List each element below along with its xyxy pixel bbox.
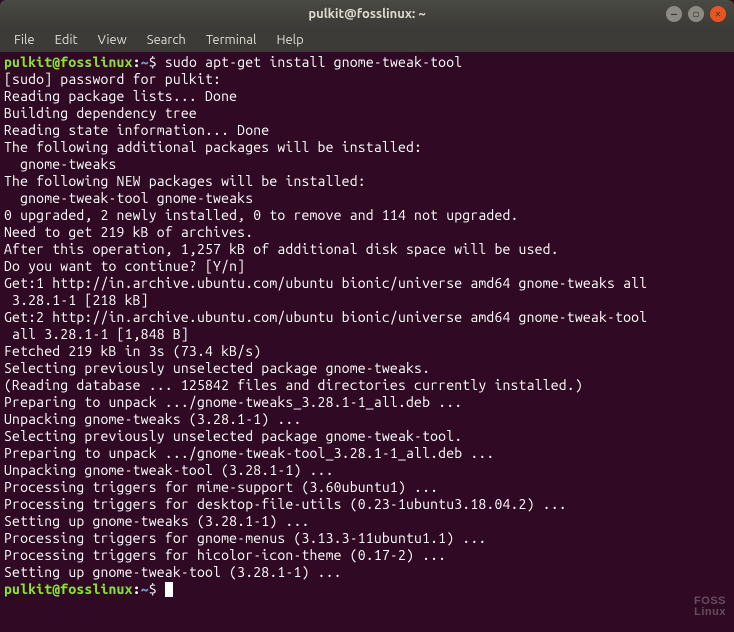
watermark: FOSS Linux [694,596,726,618]
menu-file[interactable]: File [6,31,43,49]
output-line: Processing triggers for gnome-menus (3.1… [4,530,730,547]
output-line: Unpacking gnome-tweak-tool (3.28.1-1) ..… [4,462,730,479]
menu-view[interactable]: View [90,31,135,49]
prompt-colon: : [133,581,141,597]
output-line: The following NEW packages will be insta… [4,173,730,190]
prompt-path: ~ [141,581,149,597]
close-button[interactable]: ✕ [710,6,726,22]
output-line: Processing triggers for desktop-file-uti… [4,496,730,513]
titlebar: pulkit@fosslinux: ~ ‒ ◻ ✕ [0,0,734,28]
output-line: Need to get 219 kB of archives. [4,224,730,241]
output-line: gnome-tweak-tool gnome-tweaks [4,190,730,207]
prompt-colon: : [133,54,141,70]
output-line: Selecting previously unselected package … [4,428,730,445]
output-line: 0 upgraded, 2 newly installed, 0 to remo… [4,207,730,224]
output-line: Do you want to continue? [Y/n] [4,258,730,275]
output-line: Fetched 219 kB in 3s (73.4 kB/s) [4,343,730,360]
maximize-button[interactable]: ◻ [688,6,704,22]
output-line: Reading package lists... Done [4,88,730,105]
cursor [165,582,173,597]
prompt-path: ~ [141,54,149,70]
output-line: Setting up gnome-tweaks (3.28.1-1) ... [4,513,730,530]
window-controls: ‒ ◻ ✕ [666,6,726,22]
prompt-dollar: $ [149,54,165,70]
output-line: After this operation, 1,257 kB of additi… [4,241,730,258]
output-line: Reading state information... Done [4,122,730,139]
watermark-line2: Linux [694,607,726,618]
output-line: gnome-tweaks [4,156,730,173]
prompt-dollar: $ [149,581,165,597]
prompt-user-host: pulkit@fosslinux [4,54,133,70]
output-line: Preparing to unpack .../gnome-tweak-tool… [4,445,730,462]
output-line: Processing triggers for mime-support (3.… [4,479,730,496]
command-text: sudo apt-get install gnome-tweak-tool [165,54,462,70]
terminal-output[interactable]: pulkit@fosslinux:~$ sudo apt-get install… [0,52,734,632]
menu-terminal[interactable]: Terminal [198,31,265,49]
output-line: Processing triggers for hicolor-icon-the… [4,547,730,564]
menubar: File Edit View Search Terminal Help [0,28,734,52]
output-line: Unpacking gnome-tweaks (3.28.1-1) ... [4,411,730,428]
output-line: Building dependency tree [4,105,730,122]
output-line: 3.28.1-1 [218 kB] [4,292,730,309]
output-line: The following additional packages will b… [4,139,730,156]
menu-search[interactable]: Search [139,31,194,49]
minimize-button[interactable]: ‒ [666,6,682,22]
output-line: Selecting previously unselected package … [4,360,730,377]
menu-help[interactable]: Help [268,31,311,49]
output-line: Setting up gnome-tweak-tool (3.28.1-1) .… [4,564,730,581]
output-line: (Reading database ... 125842 files and d… [4,377,730,394]
window-title: pulkit@fosslinux: ~ [8,7,726,21]
output-line: Get:2 http://in.archive.ubuntu.com/ubunt… [4,309,730,326]
prompt-line: pulkit@fosslinux:~$ [4,581,730,598]
prompt-user-host: pulkit@fosslinux [4,581,133,597]
menu-edit[interactable]: Edit [47,31,86,49]
output-line: Get:1 http://in.archive.ubuntu.com/ubunt… [4,275,730,292]
output-line: all 3.28.1-1 [1,848 B] [4,326,730,343]
output-line: Preparing to unpack .../gnome-tweaks_3.2… [4,394,730,411]
prompt-line: pulkit@fosslinux:~$ sudo apt-get install… [4,54,730,71]
output-line: [sudo] password for pulkit: [4,71,730,88]
